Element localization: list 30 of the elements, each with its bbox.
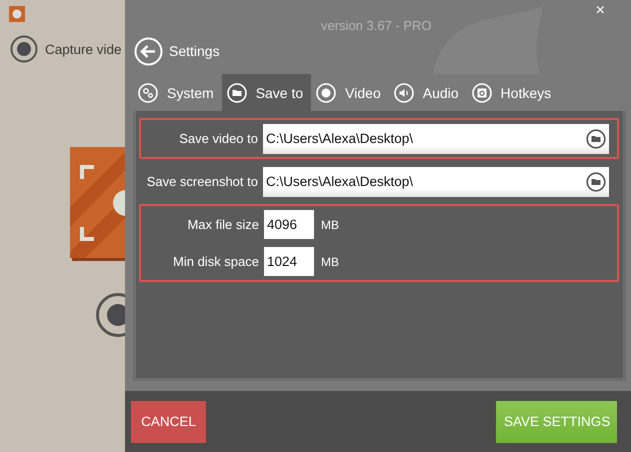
field-label: Max file size [186, 217, 259, 232]
field-label: Save screenshot to [146, 174, 258, 189]
cancel-button[interactable]: CANCEL [131, 400, 206, 442]
settings-tab[interactable]: System [133, 74, 222, 111]
browse-folder-icon[interactable] [586, 128, 606, 148]
record-icon [316, 82, 336, 102]
speaker-icon [394, 82, 414, 102]
path-field[interactable]: C:\Users\Alexa\Desktop\ [262, 124, 609, 154]
version-label: version 3.67 - PRO [321, 18, 432, 33]
save-button[interactable]: SAVE SETTINGS [496, 400, 617, 442]
settings-tab[interactable]: Audio [388, 74, 467, 111]
settings-tab[interactable]: Video [311, 74, 389, 111]
browse-folder-icon[interactable] [586, 172, 606, 192]
app-logo-icon [9, 6, 25, 22]
number-field[interactable]: 4096 [264, 210, 314, 239]
unit-label: MB [321, 218, 339, 232]
field-label: Min disk space [172, 254, 259, 269]
field-label: Save video to [178, 131, 258, 146]
gears-icon [138, 82, 158, 102]
key-icon [472, 82, 492, 102]
settings-tab[interactable]: Save to [222, 74, 312, 111]
number-field[interactable]: 1024 [264, 247, 314, 276]
radio-button-icon[interactable] [10, 35, 38, 63]
close-button[interactable]: × [594, 2, 607, 20]
path-field[interactable]: C:\Users\Alexa\Desktop\ [262, 166, 609, 196]
settings-title: Settings [169, 43, 220, 59]
capture-label: Capture vide [45, 42, 122, 56]
unit-label: MB [321, 254, 339, 268]
settings-tab[interactable]: Hotkeys [466, 74, 560, 111]
folder-icon [226, 82, 247, 102]
